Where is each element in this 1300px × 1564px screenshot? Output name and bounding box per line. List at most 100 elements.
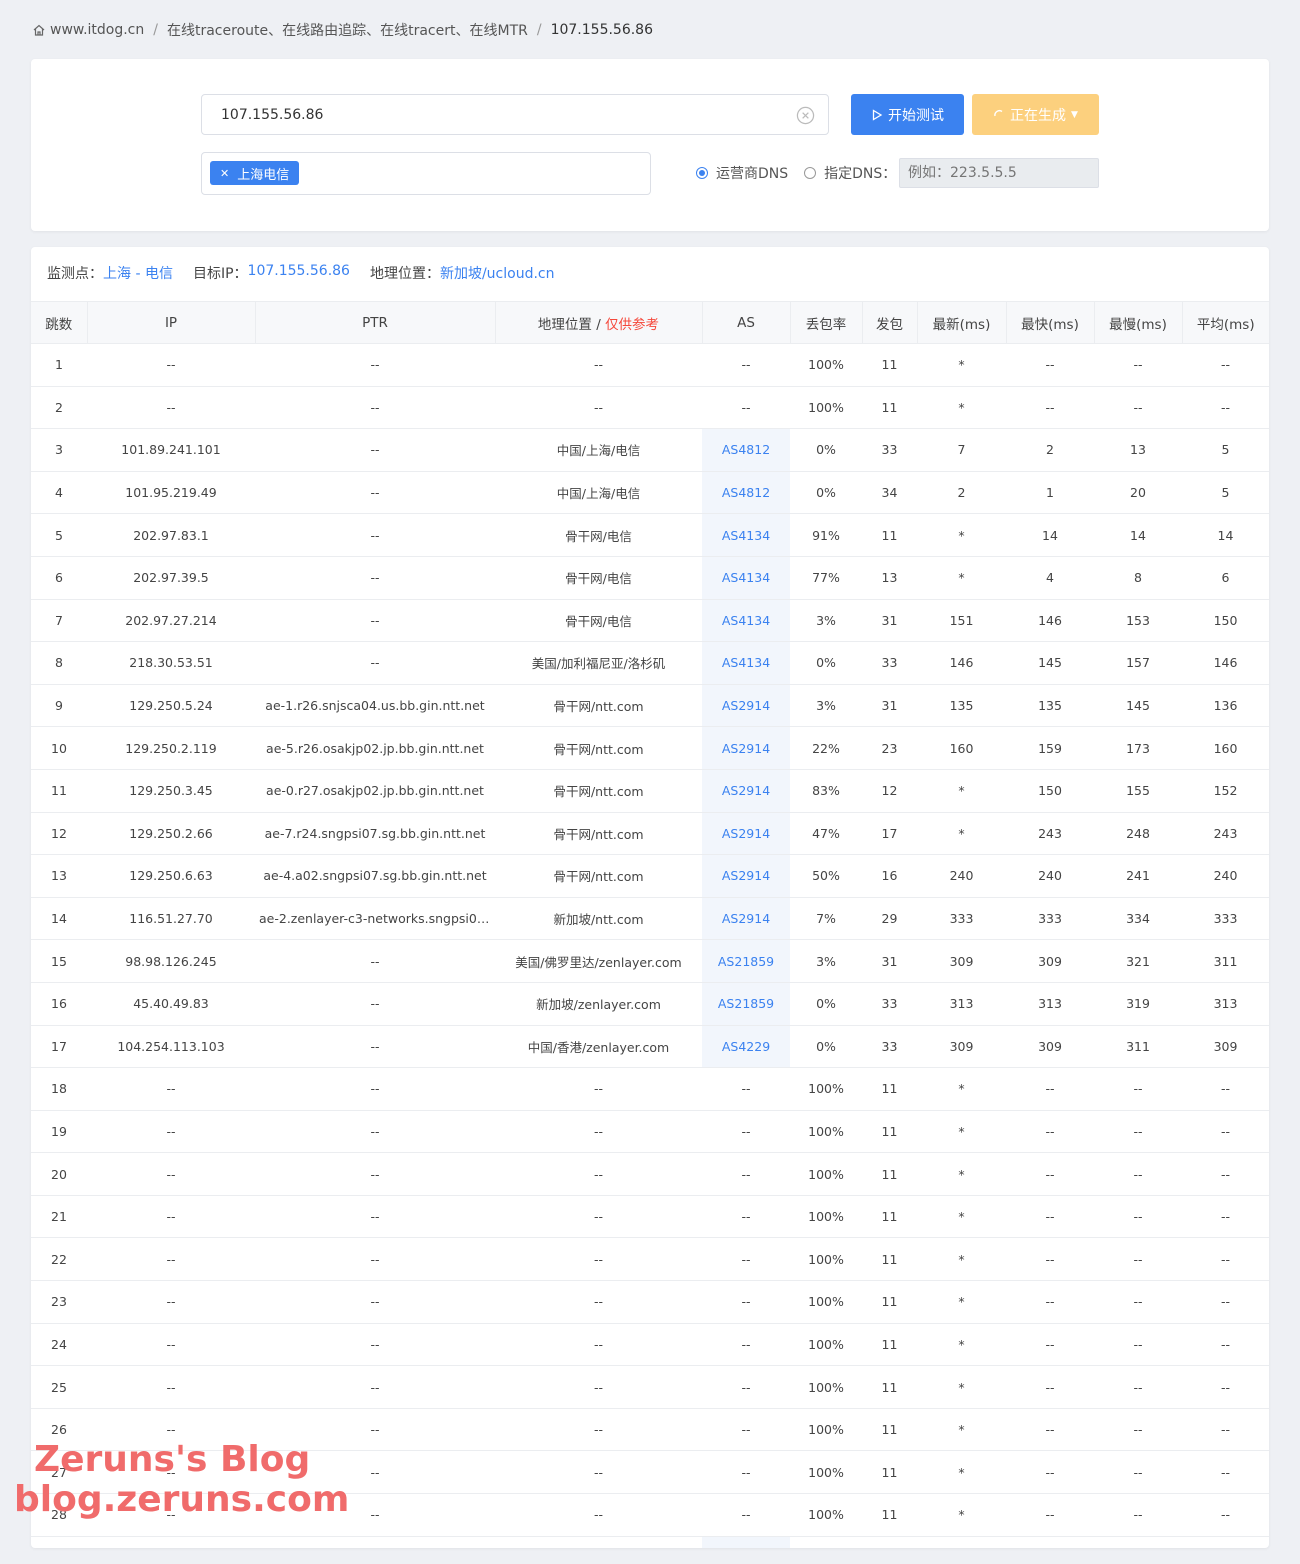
cell-loss: 100%: [790, 1152, 862, 1196]
cell-best: 240: [1006, 854, 1094, 898]
cell-as[interactable]: AS2914: [702, 726, 790, 770]
cell-last: *: [917, 1408, 1006, 1452]
cell-as[interactable]: AS4134: [702, 641, 790, 685]
table-row: 18 -- -- -- -- 100% 11 * -- -- --: [31, 1067, 1269, 1111]
cell-as[interactable]: AS2914: [702, 769, 790, 813]
cell-as: --: [702, 386, 790, 430]
cell-as[interactable]: AS4134: [702, 513, 790, 557]
cell-as[interactable]: AS4134: [702, 556, 790, 600]
cell-worst: 14: [1094, 513, 1182, 557]
table-row: 15 98.98.126.245 -- 美国/佛罗里达/zenlayer.com AS2…: [31, 939, 1269, 983]
cell-ip: 98.98.126.245: [87, 939, 255, 983]
cell-worst: 334: [1094, 897, 1182, 941]
cell-ip: --: [87, 1237, 255, 1282]
cell-hop: 10: [31, 726, 87, 770]
cell-avg: 333: [1182, 897, 1269, 941]
cell-ptr: ae-0.r27.osakjp02.jp.bb.gin.ntt.net: [255, 769, 495, 813]
cell-geo: 骨干网/ntt.com: [495, 812, 702, 856]
cell-avg: 240: [1182, 854, 1269, 898]
cell-avg: --: [1182, 1365, 1269, 1409]
cell-sent: 11: [862, 1237, 917, 1282]
cell-best: 2: [1006, 428, 1094, 472]
cell-as: --: [702, 343, 790, 387]
radio-custom-dns[interactable]: 指定DNS：: [804, 163, 896, 183]
node-select[interactable]: ✕ 上海电信: [201, 152, 651, 195]
cell-sent: 11: [862, 1323, 917, 1367]
radio-custom-dns-label: 指定DNS：: [824, 166, 897, 182]
table-row: 13 129.250.6.63 ae-4.a02.sngpsi07.sg.bb.gi…: [31, 854, 1269, 898]
cell-last: *: [917, 769, 1006, 813]
dns-input[interactable]: [899, 158, 1099, 188]
cell-hop: 20: [31, 1152, 87, 1196]
col-loss: 丢包率: [790, 301, 863, 344]
cell-worst: --: [1094, 343, 1182, 387]
breadcrumb-current: 107.155.56.86: [550, 22, 654, 38]
cell-geo: 美国/加利福尼亚/洛杉矶: [495, 641, 702, 685]
col-geo: 地理位置 / 仅供参考: [495, 301, 703, 344]
cell-last: 309: [917, 939, 1006, 983]
cell-loss: 0%: [790, 641, 862, 685]
host-input[interactable]: [201, 94, 829, 135]
cell-as[interactable]: AS2914: [702, 897, 790, 941]
geo-label: 地理位置：: [369, 266, 440, 282]
start-test-button[interactable]: 开始测试: [851, 94, 964, 135]
table-row: 6 202.97.39.5 -- 骨干网/电信 AS4134 77% 13 * 4 8 6: [31, 556, 1269, 600]
table-row: 7 202.97.27.214 -- 骨干网/电信 AS4134 3% 31 151 146 15…: [31, 599, 1269, 643]
cell-best: 4: [1006, 556, 1094, 600]
cell-as: --: [702, 1237, 790, 1282]
cell-sent: 16: [862, 854, 917, 898]
cell-ip: --: [87, 343, 255, 387]
cell-worst: --: [1094, 1365, 1182, 1409]
cell-geo: --: [495, 1280, 702, 1324]
cell-loss: 100%: [790, 1280, 862, 1324]
cell-best: --: [1006, 1323, 1094, 1367]
generating-button[interactable]: 正在生成 ▼: [972, 94, 1099, 135]
breadcrumb-tool[interactable]: 在线traceroute、在线路由追踪、在线tracert、在线MTR: [167, 20, 528, 40]
cell-avg: --: [1182, 1280, 1269, 1324]
geo-value[interactable]: 新加坡/ucloud.cn: [440, 263, 555, 283]
cell-as[interactable]: AS21859: [702, 982, 790, 1026]
cell-as[interactable]: AS4134: [702, 599, 790, 643]
cell-as[interactable]: AS135377: [702, 1536, 790, 1548]
cell-as[interactable]: AS21859: [702, 939, 790, 983]
cell-loss: 0%: [790, 1025, 862, 1069]
cell-geo: --: [495, 1408, 702, 1452]
cell-avg: 6: [1182, 556, 1269, 600]
col-ptr: PTR: [255, 301, 496, 344]
cell-hop: 24: [31, 1323, 87, 1367]
cell-worst: --: [1094, 1067, 1182, 1111]
cell-last: 240: [917, 854, 1006, 898]
watermark-line2: blog.zeruns.com: [14, 1478, 350, 1520]
node-value[interactable]: 上海 - 电信: [103, 263, 173, 283]
cell-hop: 6: [31, 556, 87, 600]
cell-avg: 313: [1182, 982, 1269, 1026]
table-row: 2 -- -- -- -- 100% 11 * -- -- --: [31, 386, 1269, 430]
cell-as[interactable]: AS4812: [702, 471, 790, 515]
cell-as[interactable]: AS2914: [702, 812, 790, 856]
radio-isp-dns[interactable]: 运营商DNS: [696, 163, 788, 183]
cell-as[interactable]: AS4812: [702, 428, 790, 472]
close-icon[interactable]: ✕: [220, 167, 229, 180]
cell-loss: 100%: [790, 1408, 862, 1452]
cell-as[interactable]: AS2914: [702, 854, 790, 898]
cell-geo: --: [495, 1237, 702, 1282]
table-row: 16 45.40.49.83 -- 新加坡/zenlayer.com AS21859 0%…: [31, 982, 1269, 1026]
clear-icon[interactable]: [796, 106, 815, 125]
breadcrumb-home[interactable]: www.itdog.cn: [50, 22, 144, 38]
target-value[interactable]: 107.155.56.86: [248, 263, 350, 283]
cell-as[interactable]: AS2914: [702, 684, 790, 728]
cell-worst: 319: [1094, 982, 1182, 1026]
cell-worst: --: [1094, 1237, 1182, 1282]
cell-as[interactable]: AS4229: [702, 1025, 790, 1069]
breadcrumb: www.itdog.cn / 在线traceroute、在线路由追踪、在线tra…: [32, 18, 653, 42]
cell-ptr: ae-7.r24.sngpsi07.sg.bb.gin.ntt.net: [255, 812, 495, 856]
cell-sent: 12: [862, 769, 917, 813]
geo-note: 仅供参考: [605, 316, 660, 333]
cell-hop: 17: [31, 1025, 87, 1069]
cell-best: 243: [1006, 812, 1094, 856]
cell-last: 151: [917, 599, 1006, 643]
cell-hop: 2: [31, 386, 87, 430]
cell-as: --: [702, 1110, 790, 1154]
cell-sent: 13: [862, 556, 917, 600]
table-row: 17 104.254.113.103 -- 中国/香港/zenlayer.com AS4…: [31, 1025, 1269, 1069]
